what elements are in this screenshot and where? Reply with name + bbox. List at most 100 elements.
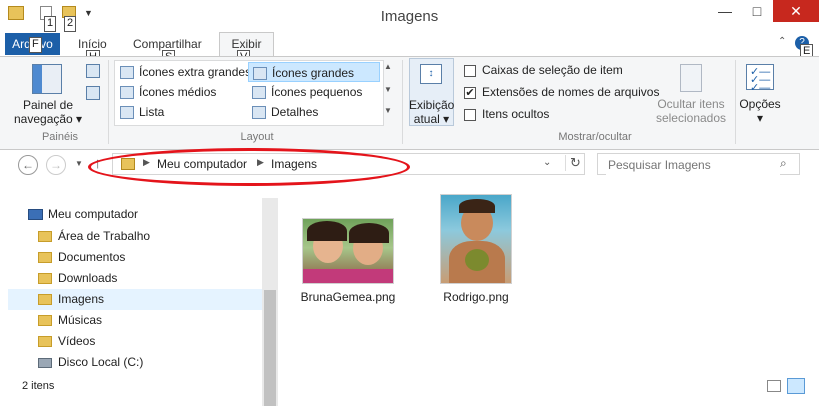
tree-label: Imagens <box>58 292 105 306</box>
layout-extra-large-icons-label: Ícones extra grandes <box>139 65 252 79</box>
layout-medium-icons[interactable]: Ícones médios <box>116 82 246 102</box>
tree-label: Vídeos <box>58 334 96 348</box>
file-extensions-label: Extensões de nomes de arquivos <box>482 85 660 99</box>
tree-label: Disco Local (C:) <box>58 355 144 369</box>
hidden-items-option[interactable]: Itens ocultos <box>464 107 549 121</box>
status-bar <box>0 376 819 406</box>
current-view-label-line2: atual <box>413 112 440 126</box>
item-checkboxes-label: Caixas de seleção de item <box>482 63 623 77</box>
tree-label: Documentos <box>58 250 126 264</box>
layout-large-icons[interactable]: Ícones grandes <box>248 62 380 82</box>
list-icon <box>120 106 134 120</box>
options-label: Opções <box>739 97 781 111</box>
file-thumbnail-twins <box>302 218 394 284</box>
music-folder-icon <box>38 315 52 327</box>
panes-group-label: Painéis <box>41 131 79 143</box>
forward-button[interactable]: → <box>46 155 66 175</box>
sort-by-icon: ↕ <box>420 64 442 84</box>
layout-group-label: Layout <box>240 131 274 143</box>
window-title: Imagens <box>380 8 439 25</box>
layout-list-label: Lista <box>139 105 165 119</box>
tree-item-my-computer[interactable]: Meu computador <box>28 204 138 225</box>
file-item[interactable]: Rodrigo.png <box>424 194 528 304</box>
layout-details-label: Detalhes <box>271 105 319 119</box>
medium-icons-icon <box>120 86 134 100</box>
details-pane-icon[interactable] <box>86 86 100 100</box>
search-icon[interactable]: ⌕ <box>780 156 787 171</box>
hide-selected-label-line2: selecionados <box>655 111 727 125</box>
gallery-scroll-up-icon[interactable]: ▲ <box>384 62 392 71</box>
minimize-button[interactable]: — <box>708 0 742 22</box>
hide-selected-button[interactable]: Ocultar itens selecionados <box>652 97 730 125</box>
search-box[interactable]: ⌕ <box>597 153 800 175</box>
pictures-folder-icon <box>38 294 52 306</box>
tree-label: Músicas <box>58 313 103 327</box>
file-extensions-option[interactable]: ✔ Extensões de nomes de arquivos <box>464 85 659 99</box>
file-item[interactable]: BrunaGemea.png <box>296 218 400 304</box>
ribbon-collapse-icon[interactable]: ⌃ <box>778 36 786 47</box>
file-thumbnail-rodrigo <box>440 194 512 284</box>
options-icon: ✓— ✓— ✓— <box>746 64 774 94</box>
layout-extra-large-icons[interactable]: Ícones extra grandes <box>116 62 251 82</box>
gallery-scroll-down-icon[interactable]: ▼ <box>384 85 392 94</box>
extra-large-icons-icon <box>120 66 134 80</box>
address-history-dropdown-icon[interactable]: ⌄ <box>543 157 551 168</box>
options-button[interactable]: Opções ▾ <box>738 97 782 125</box>
layout-details[interactable]: Detalhes <box>248 102 378 122</box>
desktop-folder-icon <box>38 231 52 243</box>
recent-locations-icon[interactable]: ▼ <box>75 159 83 168</box>
tree-label: Downloads <box>58 271 118 285</box>
tree-item-music[interactable]: Músicas <box>38 310 102 331</box>
hidden-items-checkbox[interactable] <box>464 108 476 121</box>
large-icons-view-icon[interactable] <box>787 378 805 394</box>
details-icon <box>252 106 266 120</box>
computer-icon <box>28 209 43 221</box>
file-name: BrunaGemea.png <box>300 290 396 304</box>
layout-small-icons[interactable]: Ícones pequenos <box>248 82 378 102</box>
downloads-folder-icon <box>38 273 52 285</box>
current-view-label: Exibição atual ▾ <box>409 98 455 126</box>
tree-item-pictures[interactable]: Imagens <box>38 289 104 310</box>
small-icons-icon <box>252 86 266 100</box>
navigation-pane-label-line2: navegação <box>14 112 73 126</box>
show-hide-group-label: Mostrar/ocultar <box>558 131 632 143</box>
maximize-button[interactable]: □ <box>740 0 774 22</box>
layout-list[interactable]: Lista <box>116 102 246 122</box>
documents-folder-icon <box>38 252 52 264</box>
item-checkboxes-option[interactable]: Caixas de seleção de item <box>464 63 623 77</box>
hidden-items-label: Itens ocultos <box>482 107 550 121</box>
hide-selected-icon <box>680 64 702 92</box>
close-button[interactable]: ✕ <box>773 0 819 22</box>
item-count: 2 itens <box>22 380 55 392</box>
current-view-label-line1: Exibição <box>409 98 455 112</box>
navigation-pane-button[interactable]: Painel de navegação ▾ <box>14 98 82 126</box>
layout-small-icons-label: Ícones pequenos <box>271 85 363 99</box>
ribbon-separator <box>402 60 403 144</box>
drive-icon <box>38 357 52 368</box>
search-input[interactable] <box>606 155 780 175</box>
ribbon-separator <box>735 60 736 144</box>
refresh-icon[interactable]: ↻ <box>565 155 581 171</box>
ribbon-separator <box>108 60 109 144</box>
item-checkboxes-checkbox[interactable] <box>464 64 476 77</box>
large-icons-icon <box>253 67 267 81</box>
file-extensions-checkbox[interactable]: ✔ <box>464 86 476 99</box>
back-button[interactable]: ← <box>18 155 38 175</box>
hide-selected-label-line1: Ocultar itens <box>657 97 725 111</box>
file-name: Rodrigo.png <box>443 290 509 304</box>
tree-item-local-disk[interactable]: Disco Local (C:) <box>38 352 143 373</box>
tree-label: Meu computador <box>48 207 139 221</box>
tree-item-documents[interactable]: Documentos <box>38 247 125 268</box>
tree-label: Área de Trabalho <box>58 229 151 243</box>
videos-folder-icon <box>38 336 52 348</box>
navigation-pane-icon <box>32 64 62 94</box>
tree-item-desktop[interactable]: Área de Trabalho <box>38 226 150 247</box>
tab-file-keytip: F <box>29 37 42 53</box>
tree-item-videos[interactable]: Vídeos <box>38 331 95 352</box>
tree-item-downloads[interactable]: Downloads <box>38 268 117 289</box>
layout-medium-icons-label: Ícones médios <box>139 85 217 99</box>
navigation-pane-label-line1: Painel de <box>22 98 74 112</box>
details-view-icon[interactable] <box>767 380 781 392</box>
preview-pane-icon[interactable] <box>86 64 100 78</box>
gallery-more-icon[interactable]: ▼ <box>384 106 392 115</box>
